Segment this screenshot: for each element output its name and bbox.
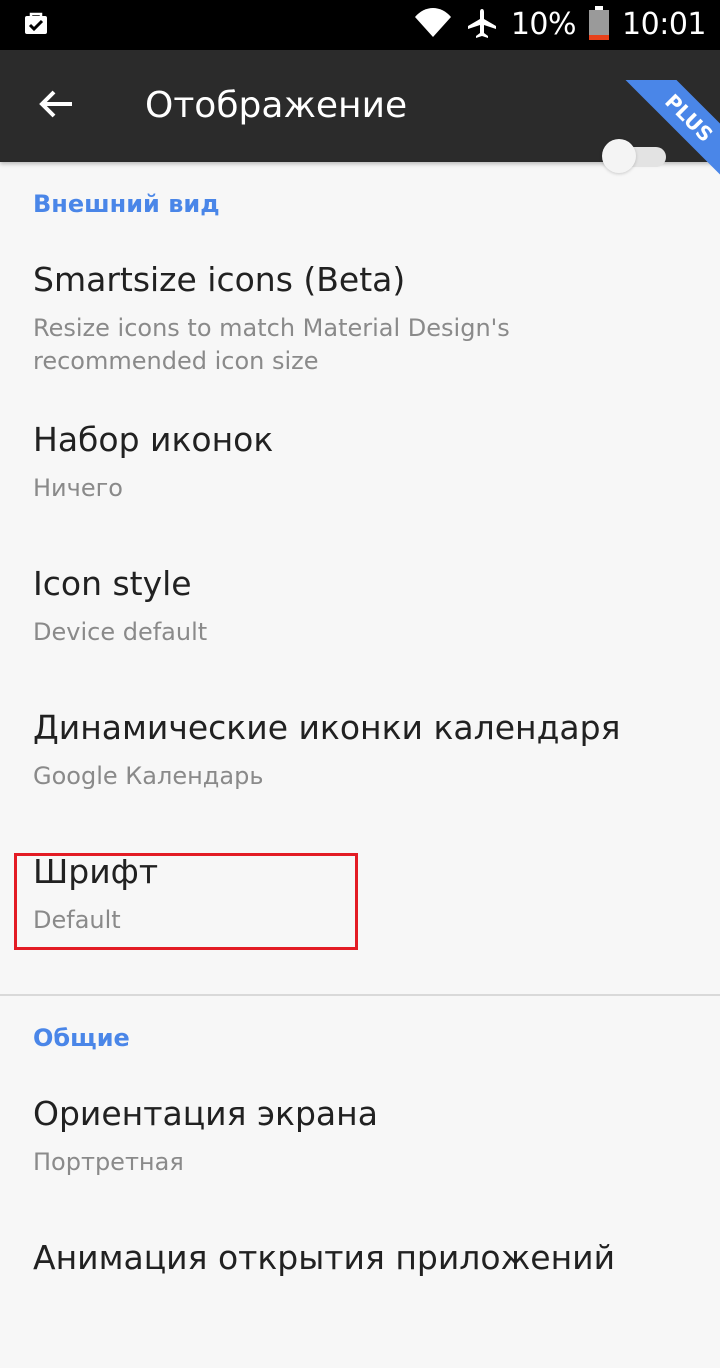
pref-summary: Портретная (33, 1148, 184, 1176)
pref-summary: Device default (33, 618, 208, 646)
battery-percent: 10% (510, 7, 577, 42)
pref-app-open-animation[interactable]: Анимация открытия приложений (0, 1224, 720, 1368)
pref-title: Динамические иконки календаря (33, 708, 621, 747)
highlight-box (14, 853, 358, 950)
toggle-thumb (602, 139, 636, 173)
pref-icon-style[interactable]: Icon style Device default (0, 550, 720, 694)
pref-summary: Google Календарь (33, 762, 264, 790)
pref-dynamic-calendar-icons[interactable]: Динамические иконки календаря Google Кал… (0, 694, 720, 838)
pref-icon-pack[interactable]: Набор иконок Ничего (0, 406, 720, 550)
pref-title: Ориентация экрана (33, 1094, 378, 1133)
section-header-appearance: Внешний вид (33, 190, 220, 218)
pref-summary: Resize icons to match Material Design's … (33, 314, 510, 375)
pref-summary: Ничего (33, 474, 123, 502)
back-button[interactable] (24, 78, 88, 134)
pref-title: Smartsize icons (Beta) (33, 260, 406, 299)
battery-low-icon (588, 5, 610, 45)
pref-title: Icon style (33, 564, 192, 603)
smartsize-icons-toggle[interactable] (602, 139, 666, 173)
wifi-icon (413, 7, 453, 44)
pref-title: Анимация открытия приложений (33, 1238, 616, 1277)
briefcase-check-icon (22, 10, 50, 38)
pref-smartsize-icons[interactable]: Smartsize icons (Beta) Resize icons to m… (0, 246, 720, 406)
page-title: Отображение (145, 85, 408, 126)
clock: 10:01 (622, 7, 706, 42)
pref-screen-orientation[interactable]: Ориентация экрана Портретная (0, 1080, 720, 1224)
settings-list: Внешний вид Smartsize icons (Beta) Resiz… (0, 162, 720, 1368)
status-right: 10% 10:01 (413, 0, 706, 50)
status-bar: 10% 10:01 (0, 0, 720, 50)
airplane-icon (465, 6, 499, 45)
pref-title: Набор иконок (33, 420, 274, 459)
section-header-general: Общие (33, 1024, 130, 1052)
arrow-back-icon (38, 89, 74, 124)
